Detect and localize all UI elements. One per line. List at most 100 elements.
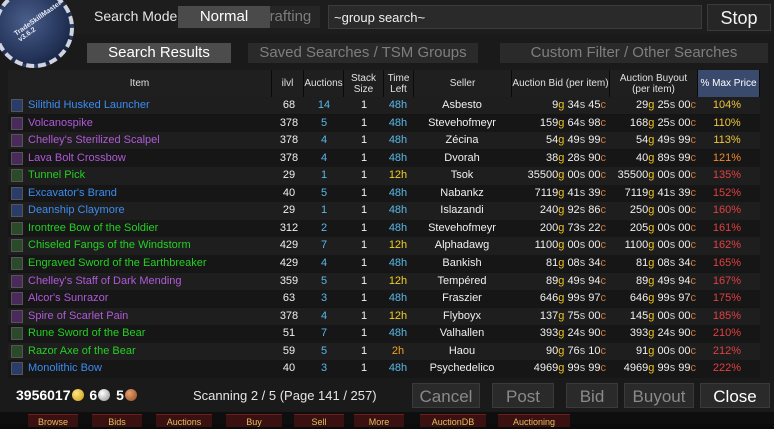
table-row[interactable]: Lava Bolt Crossbow 378 4 1 48h Dvorah 38g 28s … xyxy=(8,149,760,168)
item-name[interactable]: Irontree Bow of the Soldier xyxy=(28,220,273,237)
column-header-max-price[interactable]: % Max Price xyxy=(698,70,760,97)
tab-bids[interactable]: Bids xyxy=(92,414,142,427)
stack-size: 1 xyxy=(360,362,368,375)
item-level: 29 xyxy=(282,204,296,217)
item-name[interactable]: Chelley's Staff of Dark Mending xyxy=(28,273,273,290)
copper-value: 94 xyxy=(678,274,691,287)
copper-value: 99 xyxy=(588,362,601,375)
tab-buy[interactable]: Buy xyxy=(226,414,282,427)
auction-count: 4 xyxy=(320,151,328,164)
item-name[interactable]: Lava Bolt Crossbow xyxy=(28,150,273,167)
column-header-bid[interactable]: Auction Bid (per item) xyxy=(512,70,610,97)
table-row[interactable]: Tunnel Pick 29 1 1 12h Tsok 35500g 00s 00c 3550… xyxy=(8,167,760,185)
table-row[interactable]: Silithid Husked Launcher 68 14 1 48h Asbesto 9… xyxy=(8,97,760,115)
table-row[interactable]: Engraved Sword of the Earthbreaker 429 4 1 4… xyxy=(8,254,760,273)
table-row[interactable]: Rune Sword of the Bear 51 7 1 48h Valhallen 39… xyxy=(8,325,760,343)
item-level: 378 xyxy=(279,151,299,164)
item-name[interactable]: Rune Sword of the Bear xyxy=(28,325,273,342)
normal-mode-button[interactable]: Normal xyxy=(178,6,270,28)
column-header-time[interactable]: Time Left xyxy=(384,70,414,97)
item-name[interactable]: Razor Axe of the Bear xyxy=(28,343,273,360)
item-name[interactable]: Tunnel Pick xyxy=(28,167,273,184)
gold-value: 54 xyxy=(546,134,559,147)
tab-more[interactable]: More xyxy=(354,414,404,427)
time-left: 48h xyxy=(388,134,408,147)
column-header-ilvl[interactable]: ilvl xyxy=(272,70,304,97)
auction-count: 2 xyxy=(320,221,328,234)
cancel-button[interactable]: Cancel xyxy=(412,383,480,408)
copper-value: 90 xyxy=(678,327,691,340)
time-left: 48h xyxy=(388,99,408,111)
table-row[interactable]: Chiseled Fangs of the Windstorm 429 7 1 12h A… xyxy=(8,237,760,255)
table-row[interactable]: Razor Axe of the Bear 59 5 1 2h Haou 90g 76s 1… xyxy=(8,342,760,361)
gold-value: 54 xyxy=(636,134,649,147)
silver-value: 00 xyxy=(657,221,670,234)
max-price-percent: 185% xyxy=(712,309,742,322)
item-name[interactable]: Monolithic Bow xyxy=(28,360,273,377)
item-name[interactable]: Deanship Claymore xyxy=(28,202,273,219)
auction-buyout: 91g 00s 00c xyxy=(636,344,696,357)
tab-search-results[interactable]: Search Results xyxy=(87,43,231,63)
table-row[interactable]: Irontree Bow of the Soldier 312 2 1 48h Steve… xyxy=(8,219,760,238)
dagger-icon xyxy=(11,292,23,306)
max-price-percent: 165% xyxy=(712,256,742,269)
seller-name: Islazandi xyxy=(440,204,484,217)
item-level: 359 xyxy=(279,274,299,287)
post-button[interactable]: Post xyxy=(492,383,554,408)
column-header-buyout[interactable]: Auction Buyout (per item) xyxy=(610,70,698,97)
column-header-item[interactable]: Item xyxy=(8,70,272,97)
gold-value: 81 xyxy=(636,256,649,269)
seller-name: Asbesto xyxy=(442,99,482,111)
table-row[interactable]: Chelley's Staff of Dark Mending 359 5 1 12h T… xyxy=(8,272,760,290)
table-row[interactable]: Spire of Scarlet Pain 378 4 1 12h Flyboyx 137g… xyxy=(8,307,760,325)
item-name[interactable]: Alcor's Sunrazor xyxy=(28,290,273,307)
bid-button[interactable]: Bid xyxy=(566,383,618,408)
item-name[interactable]: Silithid Husked Launcher xyxy=(28,97,273,114)
search-input[interactable]: ~group search~ xyxy=(328,5,702,29)
table-row[interactable]: Monolithic Bow 40 3 1 48h Psychedelico 4969g 9… xyxy=(8,360,760,378)
auction-buyout: 81g 08s 34c xyxy=(636,256,696,269)
tab-saved-searches[interactable]: Saved Searches / TSM Groups xyxy=(248,43,478,63)
copper-value: 00 xyxy=(678,309,691,322)
tab-auctioning[interactable]: Auctioning xyxy=(498,414,570,427)
item-name[interactable]: Chiseled Fangs of the Windstorm xyxy=(28,237,273,254)
gold-value: 240 xyxy=(539,204,559,217)
copper-amount: 5 xyxy=(116,387,124,403)
column-header-stack[interactable]: Stack Size xyxy=(344,70,384,97)
seller-name: Flyboyx xyxy=(443,309,481,322)
item-name[interactable]: Chelley's Sterilized Scalpel xyxy=(28,132,273,149)
seller-name: Fraszier xyxy=(442,292,482,305)
item-name[interactable]: Spire of Scarlet Pain xyxy=(28,308,273,325)
buyout-button[interactable]: Buyout xyxy=(624,383,694,408)
copper-value: 00 xyxy=(678,239,691,252)
tab-auctiondb[interactable]: AuctionDB xyxy=(420,414,486,427)
table-row[interactable]: Chelley's Sterilized Scalpel 378 4 1 48h Zéci… xyxy=(8,132,760,150)
item-level: 429 xyxy=(279,239,299,252)
staff-icon xyxy=(11,274,23,288)
item-name[interactable]: Engraved Sword of the Earthbreaker xyxy=(28,255,273,272)
close-button[interactable]: Close xyxy=(700,383,770,408)
item-name[interactable]: Volcanospike xyxy=(28,115,273,132)
auction-buyout: 89g 49s 94c xyxy=(636,274,696,287)
item-level: 378 xyxy=(279,116,299,129)
table-row[interactable]: Volcanospike 378 5 1 48h Stevehofmeyr 159g 64s… xyxy=(8,114,760,132)
column-header-auctions[interactable]: Auctions xyxy=(304,70,344,97)
gold-value: 35500 xyxy=(617,169,649,182)
gold-value: 1100 xyxy=(624,239,649,252)
stop-button[interactable]: Stop xyxy=(707,4,771,31)
time-left: 48h xyxy=(388,221,408,234)
column-header-seller[interactable]: Seller xyxy=(414,70,512,97)
copper-value: 10 xyxy=(588,344,601,357)
item-level: 63 xyxy=(282,292,296,305)
gold-coin-icon xyxy=(71,389,84,401)
tab-custom-filter[interactable]: Custom Filter / Other Searches xyxy=(500,43,768,63)
item-name[interactable]: Excavator's Brand xyxy=(28,185,273,202)
gold-value: 250 xyxy=(629,204,649,217)
table-row[interactable]: Excavator's Brand 40 5 1 48h Nabankz 7119g 41s… xyxy=(8,184,760,203)
table-row[interactable]: Alcor's Sunrazor 63 3 1 48h Fraszier 646g 99s … xyxy=(8,290,760,308)
tab-auctions[interactable]: Auctions xyxy=(156,414,212,427)
tab-sell[interactable]: Sell xyxy=(294,414,344,427)
max-price-percent: 113% xyxy=(713,134,741,147)
table-row[interactable]: Deanship Claymore 29 1 1 48h Islazandi 240g 92… xyxy=(8,202,760,220)
tab-browse[interactable]: Browse xyxy=(28,414,78,427)
